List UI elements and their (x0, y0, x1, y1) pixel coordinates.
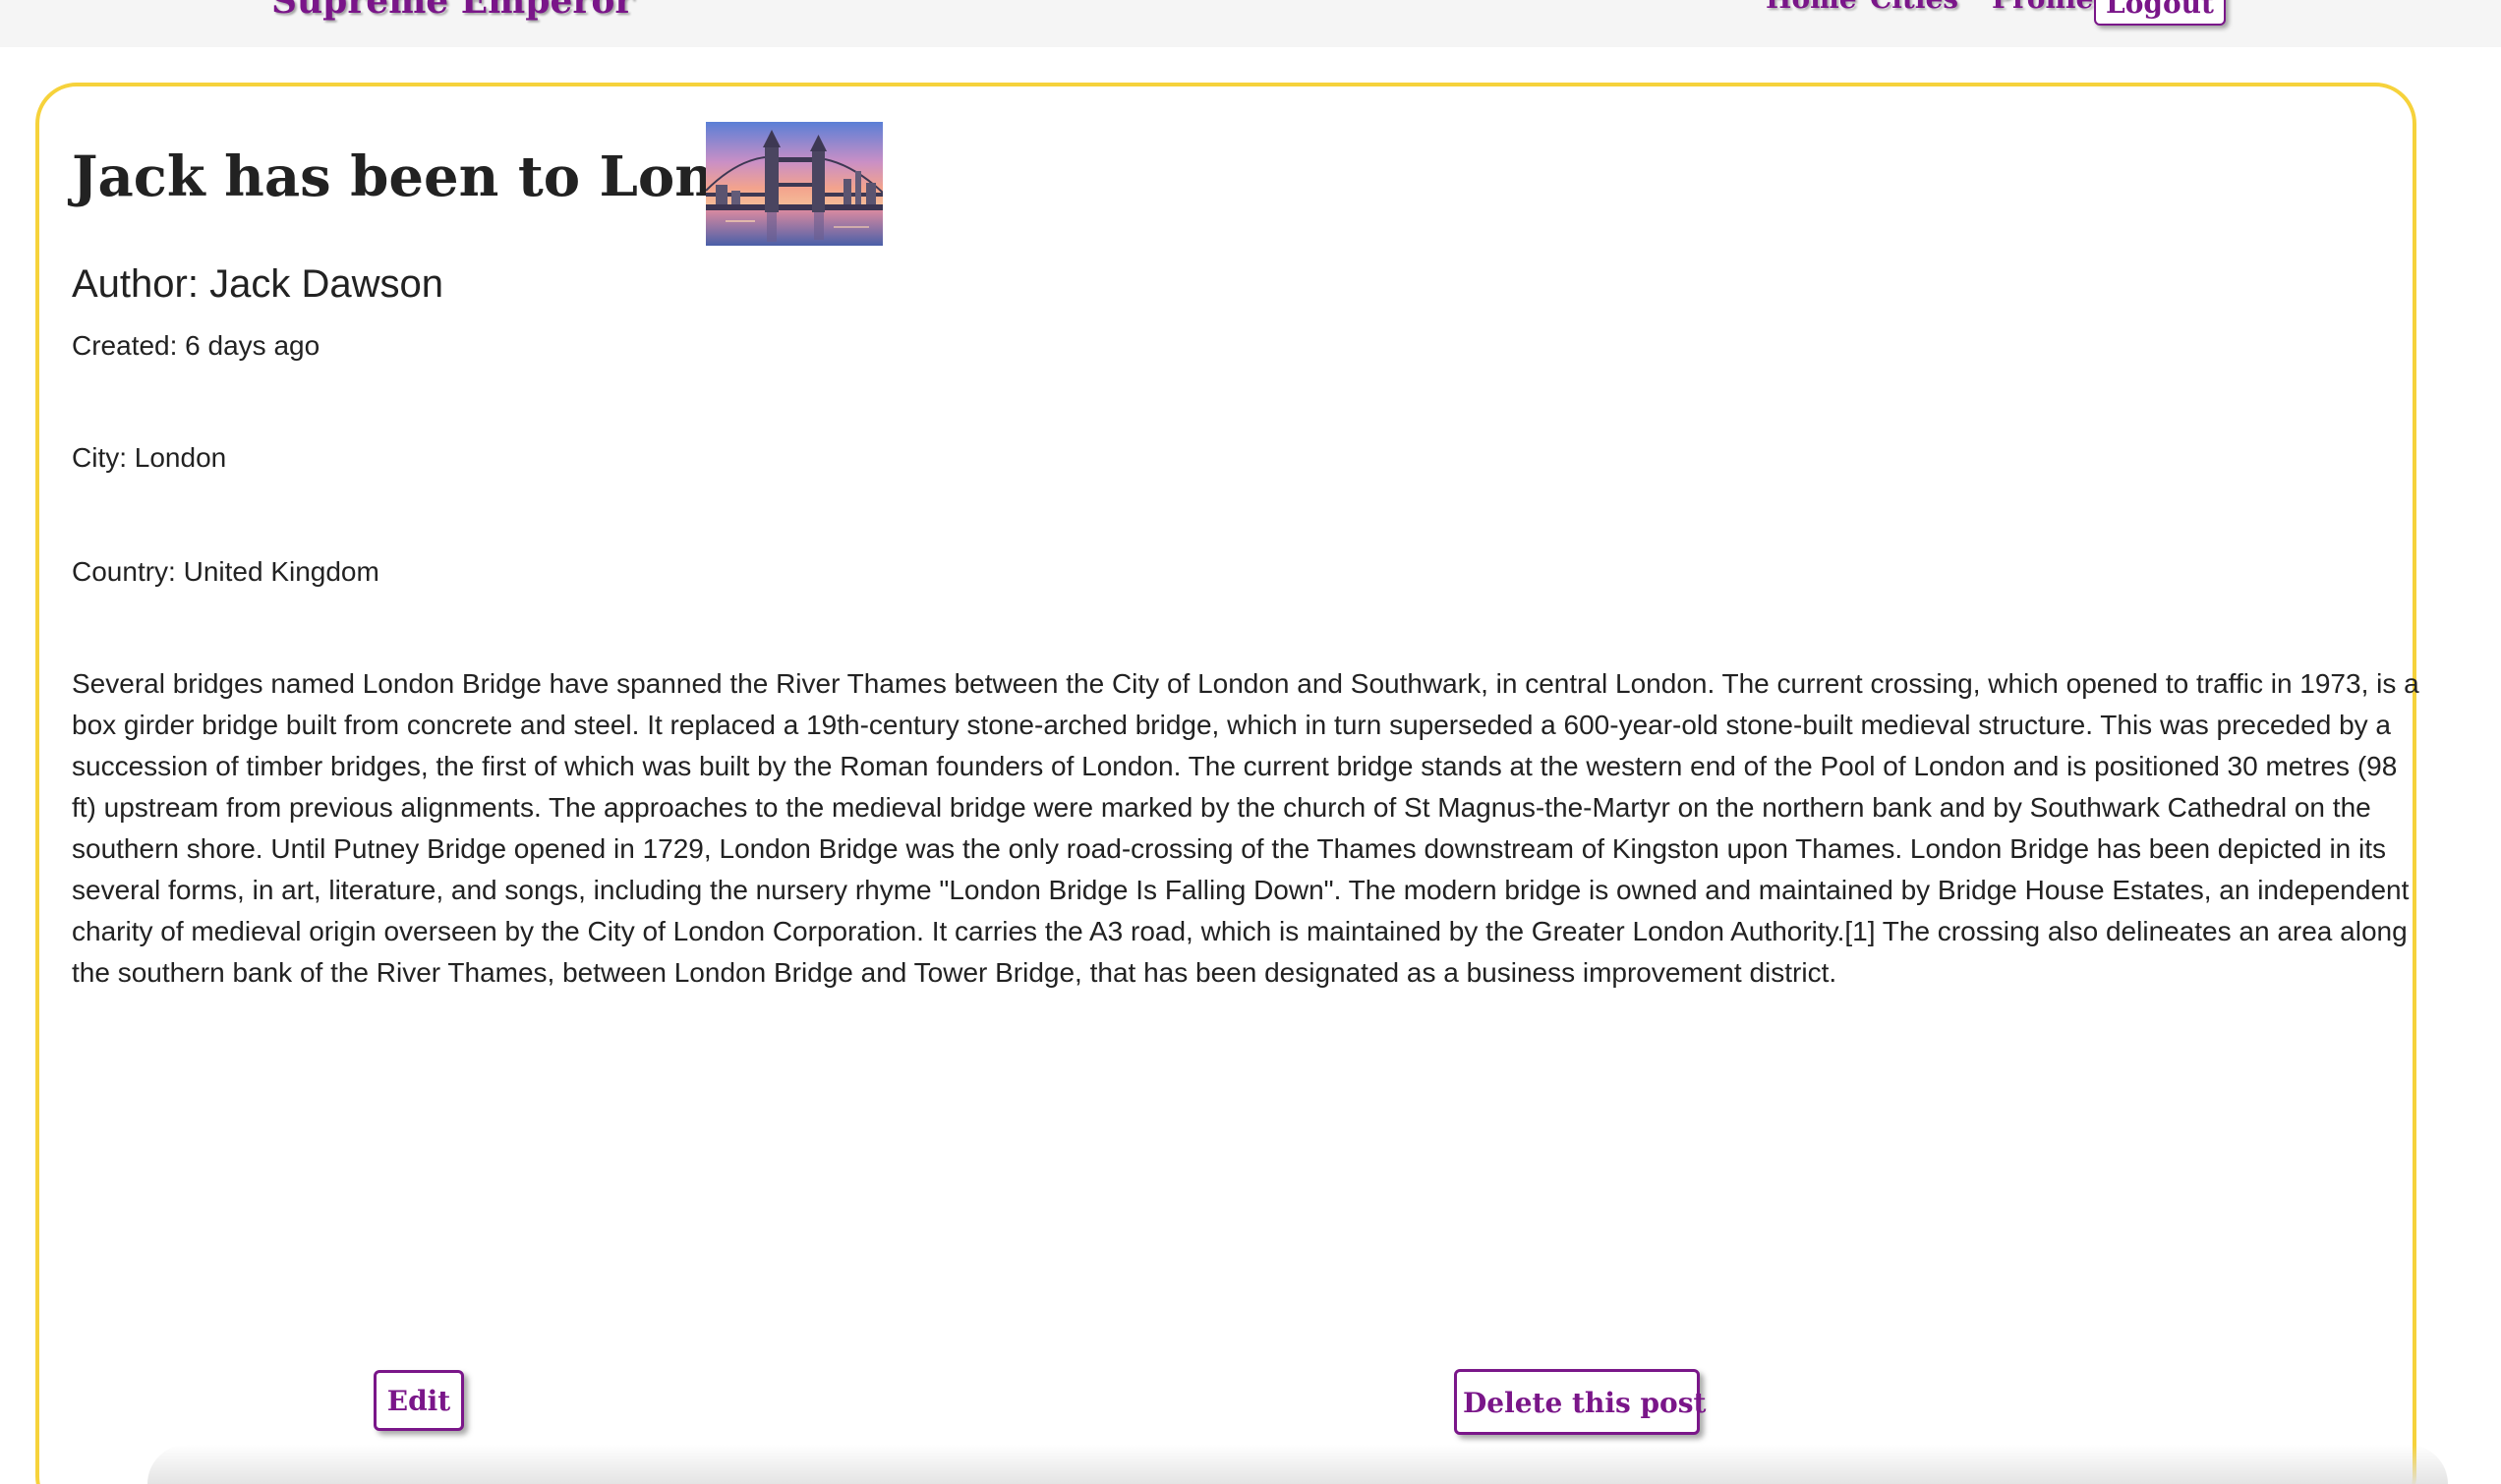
logout-button[interactable]: Logout (2094, 0, 2226, 26)
post-body: Several bridges named London Bridge have… (72, 668, 2419, 988)
brand-logo[interactable]: Supreme Emperor (271, 0, 633, 26)
delete-post-button[interactable]: Delete this post (1454, 1369, 1706, 1435)
post-city: City: London (72, 442, 227, 473)
nav-link-profile[interactable]: Profile (1992, 0, 2093, 22)
post-country: Country: United Kingdom (72, 556, 379, 587)
post-author: Author: Jack Dawson (72, 262, 443, 306)
post-image (706, 122, 883, 246)
nav-link-home[interactable]: Home (1766, 0, 1857, 22)
edit-button[interactable]: Edit (374, 1370, 464, 1431)
nav-link-cities[interactable]: Cities (1870, 0, 1958, 22)
top-navbar: Supreme Emperor Home Cities Profile Logo… (0, 0, 2501, 47)
post-created: Created: 6 days ago (72, 330, 320, 361)
